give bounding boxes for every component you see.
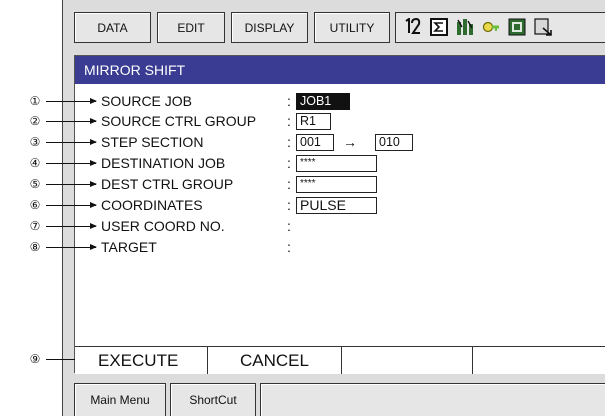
step-range-arrow: →	[343, 134, 357, 150]
destination-job-field[interactable]: ****	[296, 155, 377, 172]
callout-arrow-2	[46, 118, 97, 124]
callout-marker-6: ⑥	[29, 198, 41, 212]
dest-ctrl-group-field[interactable]: ****	[296, 176, 377, 193]
main-menu-button[interactable]: Main Menu	[74, 383, 166, 416]
key-security-icon[interactable]	[482, 18, 500, 36]
execute-bar-empty-slot-1[interactable]	[342, 347, 473, 374]
callout-arrow-1	[46, 98, 97, 104]
robot-group-icon[interactable]	[404, 18, 422, 36]
callout-arrow-4	[46, 160, 97, 166]
colon-dest-ctrl-group: :	[287, 176, 291, 192]
colon-destination-job: :	[287, 155, 291, 171]
label-target: TARGET	[101, 239, 157, 255]
step-from-field[interactable]: 001	[296, 134, 334, 151]
callout-arrow-6	[46, 202, 97, 208]
callout-marker-4: ④	[29, 156, 41, 170]
execute-bar-empty-slot-2[interactable]	[473, 347, 605, 374]
label-source-job: SOURCE JOB	[101, 93, 193, 109]
coordinates-field[interactable]: PULSE	[296, 197, 377, 214]
cancel-button[interactable]: CANCEL	[208, 347, 342, 374]
message-area	[260, 383, 605, 416]
callout-arrow-8	[46, 244, 97, 250]
menu-utility[interactable]: UTILITY	[314, 12, 390, 43]
colon-step-section: :	[287, 134, 291, 150]
callout-marker-7: ⑦	[29, 219, 41, 233]
execute-button[interactable]: EXECUTE	[75, 347, 208, 374]
execute-bar: EXECUTE CANCEL	[75, 346, 605, 374]
callout-marker-9: ⑨	[29, 352, 41, 366]
callout-marker-2: ②	[29, 114, 41, 128]
label-destination-job: DESTINATION JOB	[101, 155, 226, 171]
menu-data[interactable]: DATA	[74, 12, 151, 43]
label-coordinates: COORDINATES	[101, 197, 203, 213]
callout-marker-5: ⑤	[29, 177, 41, 191]
window-title: MIRROR SHIFT	[75, 56, 605, 84]
menu-edit[interactable]: EDIT	[157, 12, 225, 43]
callout-marker-1: ①	[29, 94, 41, 108]
callout-arrow-7	[46, 223, 97, 229]
label-user-coord-no: USER COORD NO.	[101, 218, 225, 234]
step-to-field[interactable]: 010	[375, 134, 413, 151]
screen-mode-icon[interactable]	[508, 18, 526, 36]
machine-status-icon[interactable]	[456, 18, 474, 36]
source-ctrl-group-field[interactable]: R1	[296, 113, 331, 130]
callout-arrow-5	[46, 181, 97, 187]
shortcut-button[interactable]: ShortCut	[170, 383, 256, 416]
job-sigma-icon[interactable]	[430, 18, 448, 36]
status-icon-bar	[395, 12, 605, 43]
label-dest-ctrl-group: DEST CTRL GROUP	[101, 176, 234, 192]
colon-source-job: :	[287, 93, 291, 109]
source-job-field[interactable]: JOB1	[296, 93, 350, 110]
callout-marker-8: ⑧	[29, 240, 41, 254]
colon-target: :	[287, 239, 291, 255]
menu-display[interactable]: DISPLAY	[231, 12, 308, 43]
label-source-ctrl-group: SOURCE CTRL GROUP	[101, 113, 257, 129]
colon-source-ctrl-group: :	[287, 113, 291, 129]
callout-marker-3: ③	[29, 135, 41, 149]
page-edit-icon[interactable]	[534, 18, 552, 36]
label-step-section: STEP SECTION	[101, 134, 204, 150]
colon-user-coord-no: :	[287, 218, 291, 234]
callout-arrow-3	[46, 139, 97, 145]
colon-coordinates: :	[287, 197, 291, 213]
